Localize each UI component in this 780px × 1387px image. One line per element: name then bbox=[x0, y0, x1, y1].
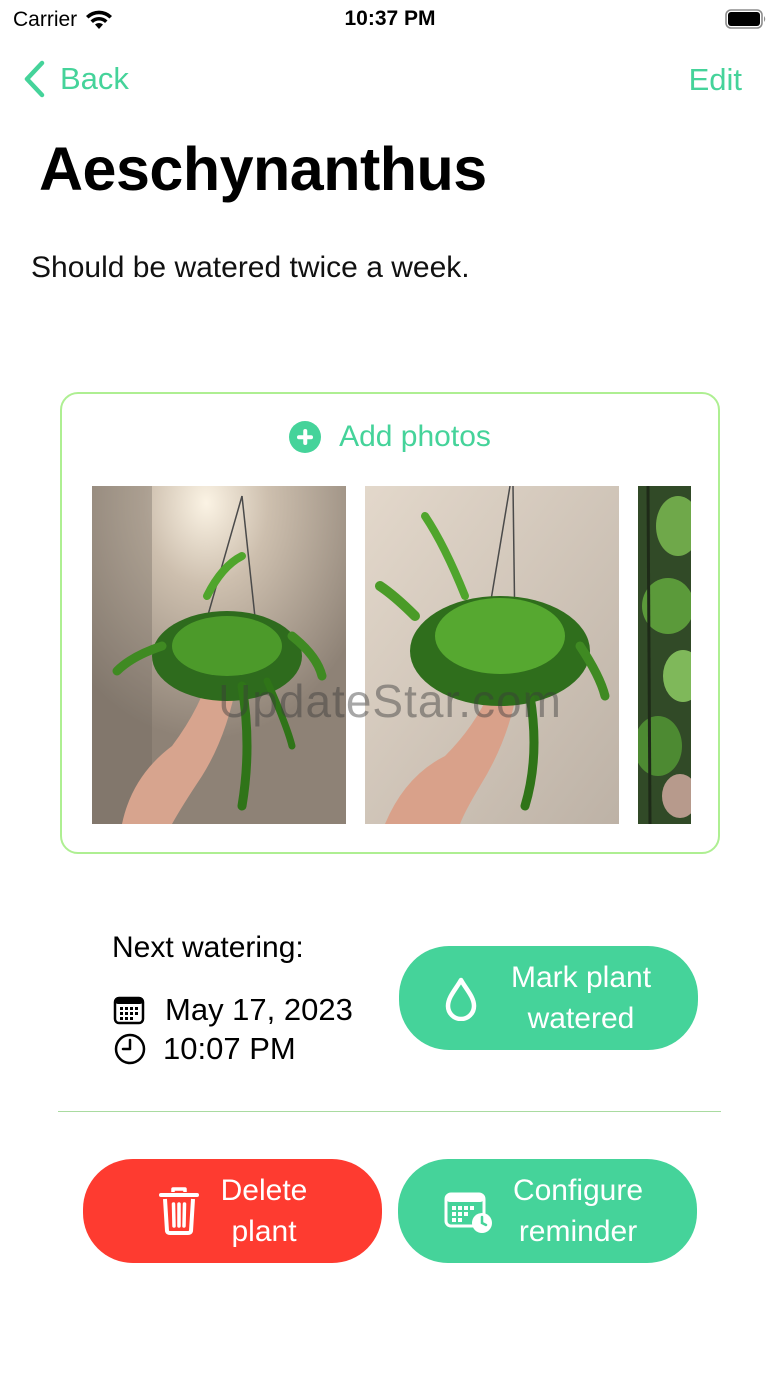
next-watering-label: Next watering: bbox=[112, 931, 304, 964]
calendar-clock-icon bbox=[444, 1192, 492, 1233]
next-watering-time: 10:07 PM bbox=[113, 1031, 296, 1067]
watermark: UpdateStar.com bbox=[218, 675, 562, 727]
config-line2: reminder bbox=[518, 1215, 638, 1248]
plant-photo[interactable] bbox=[365, 486, 619, 824]
plant-photo[interactable] bbox=[92, 486, 346, 824]
edit-button[interactable]: Edit bbox=[689, 62, 742, 98]
drop-icon bbox=[445, 977, 477, 1021]
mark-watered-line2: watered bbox=[527, 1002, 635, 1035]
battery-icon bbox=[725, 9, 766, 29]
delete-line1: Delete bbox=[220, 1174, 308, 1207]
add-photos-button[interactable]: Add photos bbox=[62, 420, 718, 454]
calendar-icon bbox=[113, 996, 145, 1025]
clock-icon bbox=[114, 1033, 146, 1065]
photo-strip[interactable] bbox=[92, 486, 691, 824]
chevron-left-icon bbox=[24, 60, 45, 98]
time-value: 10:07 PM bbox=[163, 1031, 296, 1066]
mark-watered-line1: Mark plant bbox=[510, 961, 652, 994]
delete-plant-button[interactable]: Delete plant bbox=[83, 1159, 382, 1263]
configure-reminder-button[interactable]: Configure reminder bbox=[398, 1159, 697, 1263]
back-button[interactable]: Back bbox=[22, 60, 129, 98]
status-time: 10:37 PM bbox=[344, 7, 436, 30]
plant-photo[interactable] bbox=[638, 486, 691, 824]
divider bbox=[58, 1111, 721, 1112]
next-watering-date: May 17, 2023 bbox=[113, 992, 353, 1028]
back-label: Back bbox=[60, 61, 129, 96]
delete-line2: plant bbox=[231, 1215, 297, 1248]
date-value: May 17, 2023 bbox=[165, 992, 353, 1027]
status-bar: Carrier 10:37 PM bbox=[0, 0, 780, 42]
photo-gallery-card: Add photos UpdateStar.com bbox=[60, 392, 720, 854]
mark-watered-button[interactable]: Mark plant watered bbox=[399, 946, 698, 1050]
plant-name: Aeschynanthus bbox=[39, 135, 487, 203]
add-photos-label: Add photos bbox=[339, 420, 491, 453]
plant-description: Should be watered twice a week. bbox=[31, 251, 470, 284]
plus-circle-icon bbox=[289, 421, 322, 453]
config-line1: Configure bbox=[512, 1174, 644, 1207]
